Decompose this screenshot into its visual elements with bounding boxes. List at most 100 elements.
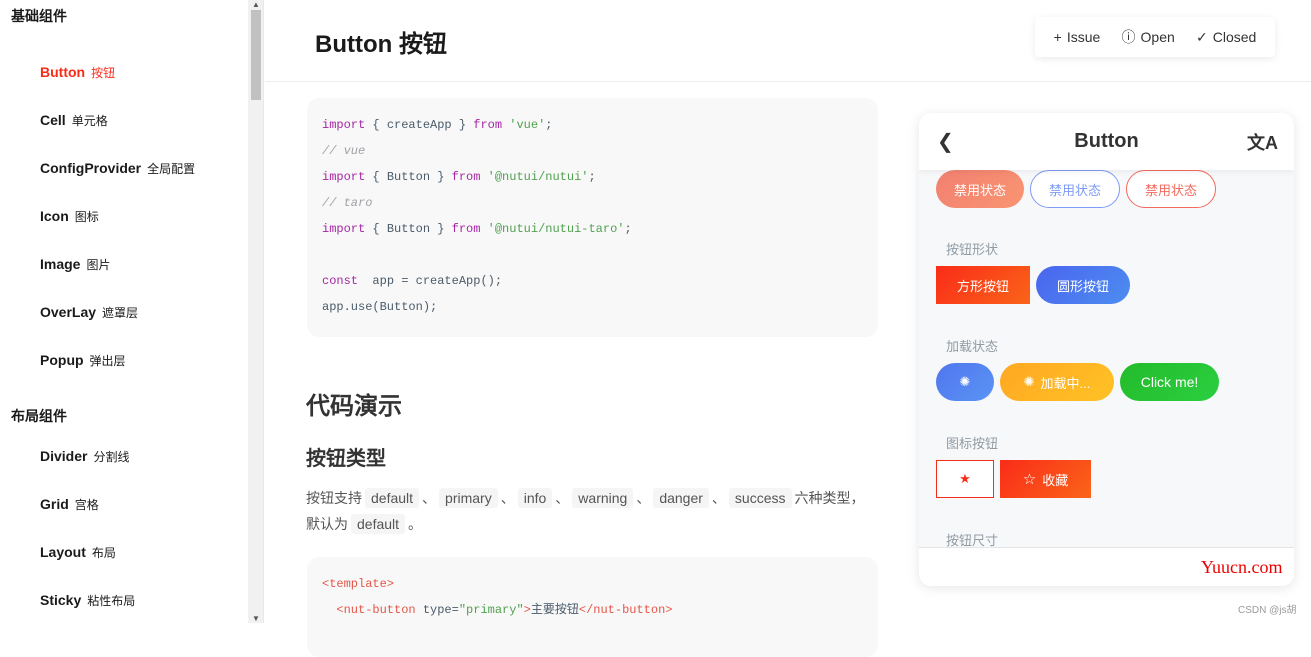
sidebar-item-label: Popup (40, 352, 84, 368)
link-label: Closed (1212, 28, 1257, 45)
code-token: { Button } (372, 170, 452, 184)
code-token: ; (624, 222, 632, 236)
code-token: type= (415, 603, 459, 617)
sidebar-item-cn-label: 宫格 (74, 498, 99, 512)
separator: 、 (500, 490, 515, 506)
code-token: // taro (322, 196, 373, 210)
sidebar-item-label: OverLay (40, 304, 97, 320)
sidebar-item-label: Icon (40, 208, 69, 224)
code-token: import (322, 118, 366, 132)
para-text: 六种类型， (794, 490, 865, 506)
link-open[interactable]: ⓘ Open (1122, 27, 1175, 47)
sidebar-item-cn-label: 布局 (91, 546, 116, 560)
loading-text-button[interactable]: ✺ 加载中... (1000, 363, 1114, 401)
sidebar-item-button[interactable]: Button 按钮 (0, 48, 248, 96)
sidebar: 基础组件 Button 按钮 Cell 单元格 ConfigProvider 全局配置 Ico… (0, 0, 248, 623)
code-token: '@nutui/nutui-taro' (480, 222, 625, 236)
code-line: const app = createApp(); (322, 268, 863, 294)
code-token: from (451, 222, 481, 236)
sidebar-item-label: Layout (40, 544, 86, 560)
translate-icon[interactable]: 文A (1247, 129, 1278, 155)
separator: 、 (636, 490, 651, 506)
code-line: <nut-button type="primary">主要按钮</nut-but… (322, 597, 863, 623)
code-line: <template> (322, 571, 863, 597)
code-token: from (473, 118, 503, 132)
disabled-plain-button[interactable]: 禁用状态 (1126, 170, 1217, 208)
check-icon: ✓ (1196, 28, 1208, 45)
sidebar-item-cn-label: 按钮 (91, 66, 116, 80)
sidebar-item-label: Image (40, 256, 81, 272)
sidebar-group-title: 布局组件 (11, 408, 67, 424)
chevron-left-icon[interactable]: ❮ (937, 129, 954, 154)
code-token: </nut-button> (578, 603, 673, 617)
code-token: // vue (322, 144, 366, 158)
link-label: Open (1140, 29, 1175, 45)
scroll-down-icon[interactable]: ▼ (252, 614, 260, 623)
sidebar-item-cn-label: 遮罩层 (102, 306, 139, 320)
sidebar-item-cn-label: 单元格 (71, 114, 108, 128)
sidebar-item-image[interactable]: Image 图片 (0, 240, 248, 288)
sidebar-item-grid[interactable]: Grid 宫格 (0, 480, 248, 528)
scrollbar-thumb[interactable] (251, 10, 261, 100)
sidebar-item-sticky[interactable]: Sticky 粘性布局 (0, 576, 248, 623)
code-token: from (451, 170, 481, 184)
sidebar-item-label: Divider (40, 448, 88, 464)
square-button[interactable]: 方形按钮 (936, 266, 1030, 304)
loading-button[interactable]: ✺ (936, 363, 994, 401)
inline-code: primary (439, 488, 498, 508)
inline-code: default (365, 488, 420, 508)
link-closed[interactable]: ✓ Closed (1196, 29, 1256, 46)
code-token: <template> (322, 577, 395, 591)
round-button[interactable]: 圆形按钮 (1036, 266, 1130, 304)
sidebar-item-divider[interactable]: Divider 分割线 (0, 432, 248, 480)
para-text: 。 (408, 516, 423, 532)
click-me-button[interactable]: Click me! (1120, 363, 1219, 401)
sidebar-item-cn-label: 粘性布局 (87, 594, 136, 608)
page-header: Button 按钮 + Issue ⓘ Open ✓ Closed (265, 0, 1311, 82)
link-issue[interactable]: + Issue (1054, 29, 1101, 45)
credit: CSDN @js胡 (1238, 605, 1297, 616)
star-icon-button[interactable]: ★ (936, 460, 994, 498)
sidebar-item-cn-label: 全局配置 (147, 162, 196, 176)
code-token: app = createApp(); (365, 274, 503, 288)
loading-label: 加载状态 (946, 339, 999, 354)
code-token: ; (588, 170, 596, 184)
inline-code: danger (653, 488, 709, 508)
sidebar-item-layout[interactable]: Layout 布局 (0, 528, 248, 576)
sidebar-item-overlay[interactable]: OverLay 遮罩层 (0, 288, 248, 336)
sidebar-scrollbar[interactable]: ▲ ▼ (248, 0, 264, 623)
preview-title: Button (1074, 130, 1139, 152)
code-token: 主要按钮 (530, 603, 579, 617)
code-line: import { Button } from '@nutui/nutui-tar… (322, 216, 863, 242)
shape-label: 按钮形状 (946, 242, 999, 257)
sidebar-item-cn-label: 图标 (74, 210, 99, 224)
disabled-info-button[interactable]: 禁用状态 (1030, 170, 1121, 208)
star-outline-icon: ☆ (1022, 471, 1037, 488)
code-token: const (322, 274, 359, 288)
code-token: import (322, 170, 366, 184)
collect-button[interactable]: ☆ 收藏 (1000, 460, 1091, 498)
scroll-up-icon[interactable]: ▲ (252, 0, 260, 9)
section-heading: 代码演示 (306, 393, 402, 420)
code-token: <nut-button (322, 603, 416, 617)
sidebar-item-configprovider[interactable]: ConfigProvider 全局配置 (0, 144, 248, 192)
sidebar-item-icon[interactable]: Icon 图标 (0, 192, 248, 240)
collect-text: 收藏 (1042, 472, 1069, 488)
sidebar-item-cn-label: 分割线 (93, 450, 130, 464)
code-token: 'vue' (502, 118, 546, 132)
template-code-block: <template> <nut-button type="primary">主要… (307, 557, 878, 657)
inline-code: info (517, 488, 553, 508)
description: 按钮支持 default、 primary、 info、 warning、 danger、… (306, 485, 876, 537)
code-token: { createApp } (372, 118, 474, 132)
code-token: "primary" (458, 603, 524, 617)
code-token: import (322, 222, 366, 236)
sidebar-item-popup[interactable]: Popup 弹出层 (0, 336, 248, 384)
disabled-danger-button[interactable]: 禁用状态 (936, 170, 1025, 208)
sidebar-item-cell[interactable]: Cell 单元格 (0, 96, 248, 144)
sidebar-item-label: Cell (40, 112, 66, 128)
loading-text: 加载中... (1040, 375, 1091, 391)
mobile-preview: ❮ Button 文A 禁用状态 禁用状态 禁用状态 按钮形状 方形按钮 圆形按… (919, 113, 1294, 586)
code-token: app.use(Button); (322, 300, 438, 314)
link-label: Issue (1066, 29, 1101, 45)
